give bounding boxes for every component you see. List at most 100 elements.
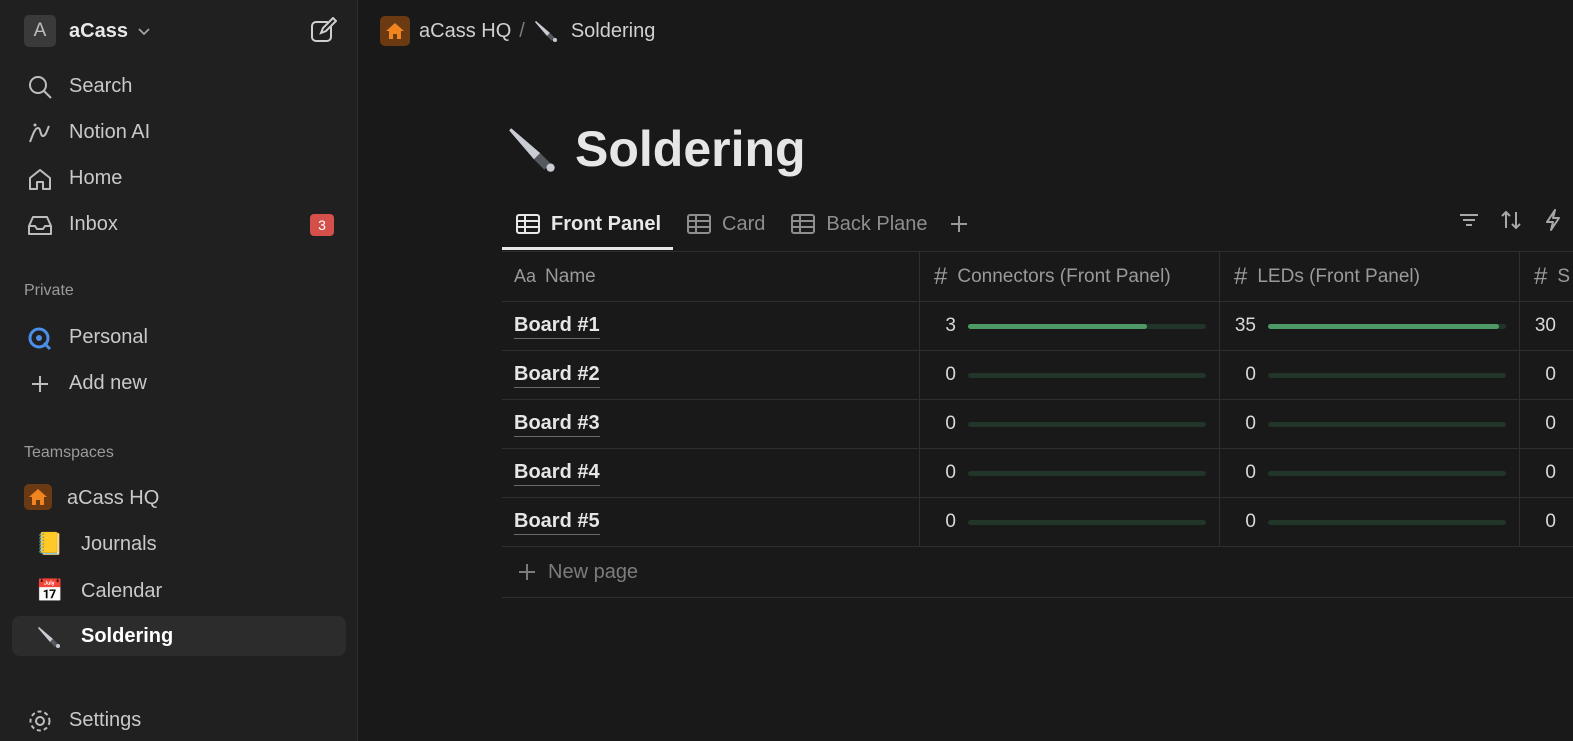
- connectors-cell[interactable]: 0: [920, 449, 1220, 497]
- new-page-label: New page: [548, 560, 639, 583]
- leds-value: 0: [1245, 511, 1256, 532]
- breadcrumb-current[interactable]: Soldering: [571, 20, 656, 43]
- name-cell[interactable]: Board #4: [502, 449, 920, 497]
- sidebar-item-notion-ai[interactable]: Notion AI: [12, 112, 346, 152]
- sidebar-item-settings[interactable]: Settings: [12, 700, 346, 740]
- name-cell[interactable]: Board #3: [502, 400, 920, 448]
- breadcrumb: aCass HQ / Soldering: [380, 15, 655, 47]
- name-cell[interactable]: Board #5: [502, 498, 920, 546]
- leds-cell[interactable]: 0: [1220, 449, 1520, 497]
- sidebar-item-label: aCass HQ: [67, 486, 160, 509]
- row-title[interactable]: Board #1: [514, 314, 600, 339]
- sidebar-item-personal[interactable]: Personal: [12, 317, 346, 357]
- leds-progress-bar: [1268, 372, 1506, 378]
- table-row[interactable]: Board #5 0 0 0: [502, 498, 1573, 547]
- leds-progress-bar: [1268, 519, 1506, 525]
- tab-label: Back Plane: [826, 212, 928, 235]
- table-icon: [516, 214, 540, 234]
- connectors-value: 0: [945, 364, 956, 385]
- leds-progress-bar: [1268, 323, 1506, 329]
- column-header-truncated[interactable]: # S: [1520, 252, 1573, 301]
- workspace-avatar: A: [24, 15, 56, 47]
- leds-cell[interactable]: 0: [1220, 351, 1520, 399]
- connectors-cell[interactable]: 3: [920, 302, 1220, 350]
- page-title[interactable]: Soldering: [575, 120, 806, 178]
- home-icon: [29, 169, 51, 190]
- sidebar-item-label: Journals: [81, 532, 157, 555]
- sidebar-item-label: Settings: [69, 708, 142, 731]
- breadcrumb-root[interactable]: aCass HQ: [419, 20, 511, 43]
- name-cell[interactable]: Board #1: [502, 302, 920, 350]
- truncated-cell[interactable]: 0: [1520, 449, 1573, 497]
- truncated-cell[interactable]: 0: [1520, 351, 1573, 399]
- connectors-value: 0: [945, 511, 956, 532]
- sidebar-item-label: Personal: [69, 325, 148, 348]
- table-row[interactable]: Board #2 0 0 0: [502, 351, 1573, 400]
- database-table: Aa Name # Connectors (Front Panel) # LED…: [502, 251, 1573, 598]
- row-title[interactable]: Board #5: [514, 510, 600, 535]
- workspace-name: aCass: [69, 19, 128, 42]
- sidebar-item-acass-hq[interactable]: aCass HQ: [12, 478, 346, 518]
- leds-value: 0: [1245, 413, 1256, 434]
- private-section-label: Private: [24, 282, 74, 299]
- add-view-icon[interactable]: [948, 213, 970, 235]
- inbox-badge: 3: [310, 214, 334, 236]
- connectors-cell[interactable]: 0: [920, 400, 1220, 448]
- connectors-progress-bar: [968, 421, 1206, 427]
- notion-ai-icon: [29, 123, 50, 143]
- column-label: Name: [545, 265, 596, 287]
- name-cell[interactable]: Board #2: [502, 351, 920, 399]
- sidebar-item-label: Search: [69, 74, 133, 97]
- pen-icon: [534, 21, 557, 42]
- tab-label: Front Panel: [551, 212, 662, 235]
- sidebar: A aCass Search Notion AI Home Inbox 3 Pr…: [0, 0, 358, 741]
- tab-card[interactable]: Card: [673, 198, 777, 250]
- leds-value: 35: [1234, 315, 1256, 336]
- leds-progress-bar: [1268, 421, 1506, 427]
- column-header-leds[interactable]: # LEDs (Front Panel): [1220, 252, 1520, 301]
- sidebar-item-journals[interactable]: 📒 Journals: [12, 524, 346, 564]
- pen-icon[interactable]: [505, 120, 563, 178]
- column-header-name[interactable]: Aa Name: [502, 252, 920, 301]
- view-tabs: Front Panel Card Back Plane: [502, 198, 970, 250]
- truncated-cell[interactable]: 30: [1520, 302, 1573, 350]
- leds-cell[interactable]: 35: [1220, 302, 1520, 350]
- calendar-icon: 📅: [36, 579, 64, 604]
- sidebar-item-soldering[interactable]: Soldering: [12, 616, 346, 656]
- sidebar-item-calendar[interactable]: 📅 Calendar: [12, 571, 346, 611]
- connectors-cell[interactable]: 0: [920, 351, 1220, 399]
- truncated-cell[interactable]: 0: [1520, 400, 1573, 448]
- personal-icon: [28, 327, 52, 351]
- column-header-connectors[interactable]: # Connectors (Front Panel): [920, 252, 1220, 301]
- new-page-button[interactable]: New page: [502, 547, 1573, 598]
- sort-icon[interactable]: [1500, 209, 1522, 231]
- sidebar-item-add-new[interactable]: Add new: [12, 363, 346, 403]
- sidebar-item-search[interactable]: Search: [12, 66, 346, 106]
- text-type-icon: Aa: [514, 266, 537, 286]
- tab-back-plane[interactable]: Back Plane: [777, 198, 939, 250]
- new-page-icon[interactable]: [309, 17, 337, 45]
- tab-front-panel[interactable]: Front Panel: [502, 198, 674, 250]
- sidebar-item-label: Calendar: [81, 579, 163, 602]
- automation-icon[interactable]: [1542, 209, 1564, 231]
- table-row[interactable]: Board #1 3 35 30: [502, 302, 1573, 351]
- truncated-value: 30: [1534, 315, 1556, 336]
- truncated-cell[interactable]: 0: [1520, 498, 1573, 546]
- table-icon: [791, 214, 816, 234]
- filter-icon[interactable]: [1458, 209, 1480, 231]
- sidebar-item-label: Home: [69, 166, 123, 189]
- sidebar-item-inbox[interactable]: Inbox 3: [12, 204, 346, 244]
- breadcrumb-separator: /: [519, 19, 525, 42]
- row-title[interactable]: Board #3: [514, 412, 600, 437]
- connectors-cell[interactable]: 0: [920, 498, 1220, 546]
- sidebar-item-home[interactable]: Home: [12, 158, 346, 198]
- row-title[interactable]: Board #4: [514, 461, 600, 486]
- house-icon: [24, 484, 52, 510]
- table-row[interactable]: Board #3 0 0 0: [502, 400, 1573, 449]
- row-title[interactable]: Board #2: [514, 363, 600, 388]
- leds-cell[interactable]: 0: [1220, 498, 1520, 546]
- table-row[interactable]: Board #4 0 0 0: [502, 449, 1573, 498]
- number-type-icon: #: [934, 262, 948, 290]
- workspace-switcher[interactable]: A aCass: [24, 15, 152, 47]
- leds-cell[interactable]: 0: [1220, 400, 1520, 448]
